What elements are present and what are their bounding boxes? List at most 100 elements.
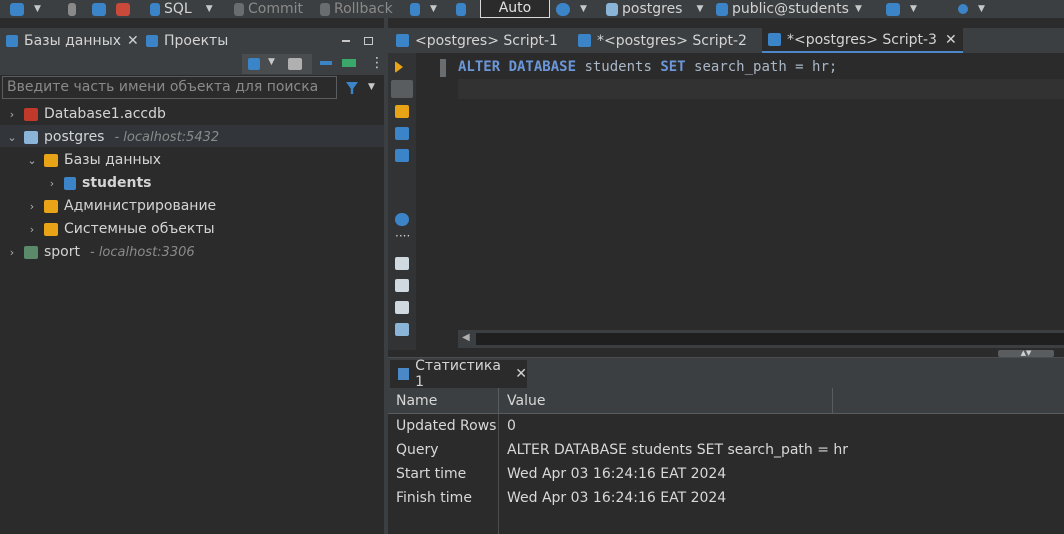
tab-script-1[interactable]: <postgres> Script-1 (396, 28, 558, 53)
tree-item-students[interactable]: › students (46, 172, 152, 194)
chevron-down-icon[interactable]: ▼ (368, 82, 375, 92)
disconnect-button[interactable] (116, 0, 134, 18)
maximize-icon (364, 36, 373, 45)
scrollbar-thumb[interactable] (476, 333, 1064, 345)
scroll-left-icon[interactable]: ◀ (462, 332, 470, 343)
column-header-value[interactable]: Value (499, 388, 833, 414)
sql-script-icon (578, 34, 591, 47)
new-folder-icon[interactable] (288, 58, 302, 70)
sql-editor[interactable]: ALTER DATABASE students SET search_path … (416, 53, 1064, 348)
invalidate-button[interactable] (92, 0, 110, 18)
database-plug-icon (10, 2, 24, 16)
splitter-grip-icon[interactable]: ▲▼ (998, 350, 1054, 357)
sql-label: SQL (164, 1, 192, 17)
sql-keyword: SET (660, 59, 686, 75)
table-row-value[interactable]: 0 (499, 414, 516, 438)
table-row-name[interactable]: Query (388, 438, 439, 462)
table-row-name[interactable]: Start time (388, 462, 466, 486)
lock-button[interactable] (456, 0, 470, 18)
tab-script-3[interactable]: *<postgres> Script-3 ✕ (762, 28, 963, 53)
rollback-button[interactable]: Rollback (320, 0, 393, 18)
navigator-tabs: Базы данных ✕ Проекты (0, 28, 384, 53)
transaction-icon (410, 2, 420, 16)
reconnect-icon (92, 2, 106, 16)
more-actions-icon[interactable]: ···· (395, 230, 410, 246)
collapse-all-icon[interactable] (320, 61, 332, 65)
import-icon[interactable] (395, 279, 409, 292)
transaction-mode-button[interactable]: ▼ (410, 0, 437, 18)
table-row-name[interactable]: Updated Rows (388, 414, 496, 438)
chevron-right-icon[interactable]: › (6, 246, 18, 259)
execute-in-new-tab-icon[interactable] (395, 105, 409, 118)
editor-results-splitter[interactable] (388, 350, 1064, 358)
tree-item-sport[interactable]: › sport - localhost:3306 (6, 241, 195, 263)
tree-item-system-objects[interactable]: › Системные объекты (26, 218, 215, 240)
terminal-icon[interactable] (395, 149, 409, 162)
tab-script-2[interactable]: *<postgres> Script-2 (578, 28, 747, 53)
variables-icon[interactable] (395, 301, 409, 314)
chevron-right-icon[interactable]: › (26, 200, 38, 213)
column-header-name[interactable]: Name (388, 388, 499, 414)
execute-statement-icon[interactable] (395, 61, 403, 73)
export-icon[interactable] (395, 257, 409, 270)
maximize-panel-button[interactable] (364, 28, 373, 53)
folder-icon (44, 153, 58, 167)
table-row-value[interactable]: Wed Apr 03 16:24:16 EAT 2024 (499, 486, 726, 510)
chevron-down-icon[interactable]: ⌄ (26, 154, 38, 167)
chevron-down-icon[interactable]: ▼ (268, 57, 275, 67)
database-navigator-icon (6, 34, 18, 47)
explain-plan-icon[interactable] (395, 127, 409, 140)
sql-editor-button[interactable]: SQL ▼ (150, 0, 213, 18)
sql-text: students (576, 59, 661, 75)
database-navigator-panel: Базы данных ✕ Проекты ▼ ⋮ Введите часть … (0, 28, 384, 534)
more-options-icon[interactable]: ⋮ (370, 55, 384, 71)
active-connection-selector[interactable]: postgres ▼ (606, 0, 703, 18)
chevron-right-icon[interactable]: › (6, 108, 18, 121)
history-button[interactable]: ▼ (556, 0, 587, 18)
table-row-name[interactable]: Finish time (388, 486, 472, 510)
horizontal-scrollbar[interactable]: ◀ (458, 330, 1064, 348)
execute-script-icon[interactable] (391, 80, 413, 98)
link-with-editor-icon[interactable] (342, 59, 356, 67)
chevron-right-icon[interactable]: › (46, 177, 58, 190)
rollback-icon (320, 2, 330, 16)
tree-item-postgres[interactable]: ⌄ postgres - localhost:5432 (6, 126, 219, 148)
tab-projects[interactable]: Проекты (146, 28, 228, 53)
chevron-down-icon[interactable]: ⌄ (6, 131, 18, 144)
statistics-grid-icon (398, 368, 410, 380)
close-icon[interactable]: ✕ (515, 366, 527, 382)
connect-button[interactable] (68, 0, 80, 18)
table-row-value[interactable]: Wed Apr 03 16:24:16 EAT 2024 (499, 462, 726, 486)
statistics-grid: Name Value Updated Rows 0 Query ALTER DA… (388, 388, 1064, 534)
tree-item-databases-folder[interactable]: ⌄ Базы данных (26, 149, 161, 171)
close-icon[interactable]: ✕ (945, 32, 957, 48)
transaction-mode-field[interactable]: Auto (480, 0, 550, 18)
new-connection-button[interactable]: ▼ (10, 0, 41, 18)
tab-databases[interactable]: Базы данных ✕ (6, 28, 139, 53)
minimize-panel-button[interactable] (342, 28, 350, 53)
close-icon[interactable]: ✕ (127, 33, 139, 49)
search-button[interactable]: ▼ (958, 0, 985, 18)
tree-item-administration[interactable]: › Администрирование (26, 195, 216, 217)
tree-item-database1[interactable]: › Database1.accdb (6, 103, 166, 125)
object-search-input[interactable]: Введите часть имени объекта для поиска (2, 76, 337, 99)
chevron-down-icon: ▼ (430, 4, 437, 14)
tree-item-label: students (82, 175, 152, 191)
admin-folder-icon (44, 199, 58, 213)
code-line[interactable]: ALTER DATABASE students SET search_path … (458, 59, 837, 75)
editor-tabs: <postgres> Script-1 *<postgres> Script-2… (388, 28, 1064, 53)
filter-icon[interactable] (346, 82, 358, 94)
chevron-right-icon[interactable]: › (26, 223, 38, 236)
tree-item-label: Базы данных (64, 152, 162, 168)
commit-button[interactable]: Commit (234, 0, 303, 18)
active-schema-selector[interactable]: public@students ▼ (716, 0, 862, 18)
new-connection-icon[interactable] (248, 58, 260, 70)
settings-gear-icon[interactable] (395, 213, 409, 226)
dashboard-button[interactable]: ▼ (886, 0, 917, 18)
tab-statistics-1[interactable]: Статистика 1 ✕ (390, 358, 527, 390)
table-row-value[interactable]: ALTER DATABASE students SET search_path … (499, 438, 848, 462)
outline-icon[interactable] (395, 323, 409, 336)
dashboard-icon (886, 2, 900, 16)
schema-icon (716, 2, 728, 16)
sql-text: search_path = hr; (685, 59, 838, 75)
